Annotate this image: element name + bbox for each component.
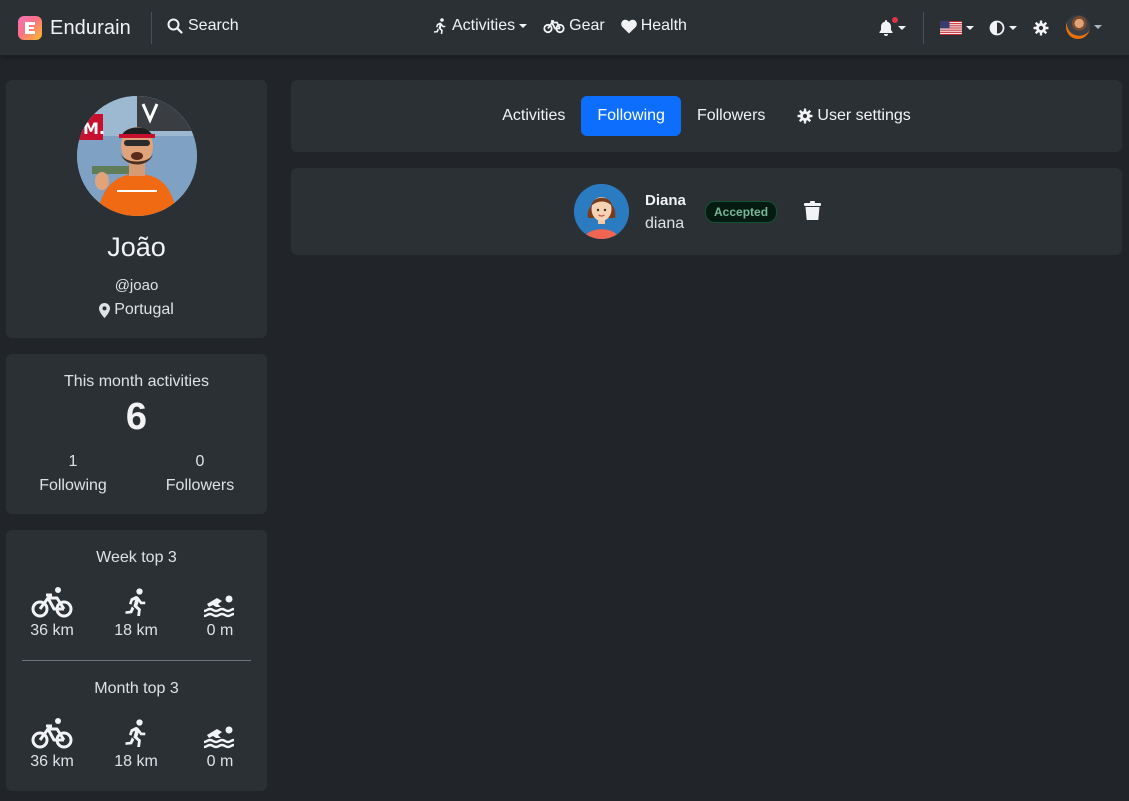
nav-activities-dropdown[interactable]: Activities [432, 17, 528, 35]
month-activities-count: 6 [125, 396, 148, 438]
profile-name: João [107, 232, 166, 262]
bicycle-icon [543, 20, 565, 34]
bike-icon [31, 587, 73, 618]
navbar-divider [923, 12, 924, 44]
profile-avatar: M. [77, 96, 197, 216]
nav-health[interactable]: Health [620, 17, 687, 35]
tab-followers-label: Followers [696, 107, 766, 124]
avatar [1066, 15, 1090, 39]
language-dropdown[interactable] [940, 21, 974, 35]
navbar-divider [151, 12, 152, 44]
divider [22, 660, 251, 661]
delete-following-button[interactable] [804, 201, 821, 226]
chevron-down-icon [1009, 26, 1017, 30]
user-menu-dropdown[interactable] [1066, 15, 1102, 39]
tab-user-settings-label: User settings [817, 107, 911, 124]
notifications-dropdown[interactable] [878, 16, 906, 36]
heart-icon [620, 19, 637, 33]
nav-health-label: Health [640, 17, 687, 34]
chevron-down-icon [898, 25, 906, 30]
profile-tabs: Activities Following Followers User sett… [291, 96, 1122, 136]
month-cycling-stat: 36 km [12, 715, 92, 771]
search-icon [167, 18, 183, 34]
main-nav: Activities Gear Health [432, 17, 703, 35]
tab-activities[interactable]: Activities [486, 96, 581, 136]
week-swimming-stat: 0 m [180, 584, 260, 640]
svg-text:M.: M. [83, 119, 105, 138]
run-icon [125, 719, 146, 747]
week-cycling-stat: 36 km [12, 584, 92, 640]
brand-name: Endurain [50, 16, 131, 39]
tab-followers[interactable]: Followers [681, 96, 781, 136]
top3-card: Week top 3 36 km 18 km 0 m Month top 3 3… [6, 530, 267, 791]
tab-user-settings[interactable]: User settings [781, 96, 926, 136]
nav-gear-label: Gear [569, 17, 605, 34]
month-top3-title: Month top 3 [94, 680, 179, 697]
top-navbar: Endurain Search Activities Gear Health [0, 0, 1129, 56]
chevron-down-icon [1094, 25, 1102, 29]
month-swimming-stat: 0 m [180, 715, 260, 771]
notification-dot [891, 16, 899, 24]
chevron-down-icon [966, 26, 974, 30]
endurain-logo-icon [18, 16, 42, 40]
tab-following[interactable]: Following [581, 96, 681, 136]
bike-icon [31, 718, 73, 749]
tab-following-label: Following [597, 107, 665, 124]
trash-icon [804, 201, 821, 220]
stats-card: This month activities 6 1 Following 0 Fo… [6, 354, 267, 514]
us-flag-icon [940, 21, 962, 35]
followers-stat[interactable]: 0 Followers [140, 453, 260, 495]
following-user-name: Diana [645, 192, 686, 209]
month-cycling-value: 36 km [30, 753, 74, 770]
following-stat[interactable]: 1 Following [13, 453, 133, 495]
following-count: 1 [68, 453, 78, 470]
month-running-value: 18 km [114, 753, 158, 770]
avatar [574, 184, 629, 239]
nav-activities-label: Activities [452, 17, 516, 34]
following-user-username: diana [645, 215, 685, 232]
swim-icon [203, 726, 235, 749]
week-cycling-value: 36 km [30, 622, 74, 639]
profile-username: @joao [114, 277, 159, 294]
month-activities-title: This month activities [64, 373, 209, 390]
month-running-stat: 18 km [96, 715, 176, 771]
profile-tabs-card: Activities Following Followers User sett… [291, 80, 1122, 152]
week-running-stat: 18 km [96, 584, 176, 640]
theme-dropdown[interactable] [989, 20, 1017, 36]
brand-link[interactable]: Endurain [18, 16, 131, 40]
profile-card: M. João @joao Portugal [6, 80, 267, 338]
search-label: Search [188, 17, 239, 34]
theme-contrast-icon [989, 20, 1005, 36]
swim-icon [203, 595, 235, 618]
followers-count: 0 [195, 453, 205, 470]
search-link[interactable]: Search [167, 17, 239, 35]
week-top3-title: Week top 3 [96, 549, 177, 566]
status-badge: Accepted [705, 201, 778, 223]
following-label: Following [39, 477, 107, 494]
gear-icon [797, 108, 813, 124]
month-swimming-value: 0 m [206, 753, 234, 770]
followers-label: Followers [165, 477, 235, 494]
location-text: Portugal [114, 301, 174, 318]
chevron-down-icon [519, 24, 528, 28]
gear-icon [1033, 20, 1049, 36]
run-icon [125, 588, 146, 616]
tab-activities-label: Activities [502, 107, 566, 124]
settings-link[interactable] [1033, 20, 1049, 41]
location-pin-icon [99, 302, 111, 318]
week-swimming-value: 0 m [206, 622, 234, 639]
nav-gear[interactable]: Gear [543, 17, 605, 35]
week-running-value: 18 km [114, 622, 158, 639]
profile-location: Portugal [6, 301, 267, 319]
running-icon [434, 18, 446, 34]
following-list-item: Diana diana Accepted [291, 168, 1122, 255]
